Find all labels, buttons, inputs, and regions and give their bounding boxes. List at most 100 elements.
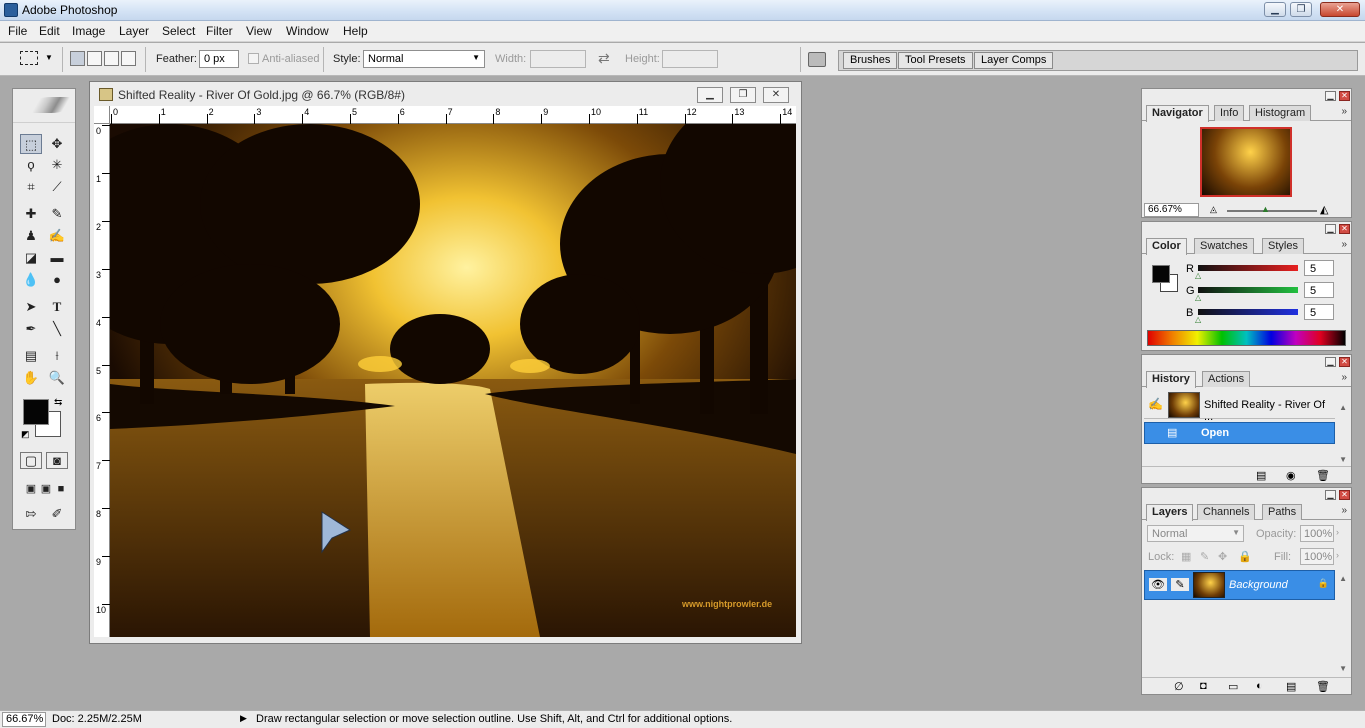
panel-minimize-button[interactable]: ▁ <box>1325 357 1336 367</box>
zoom-in-icon[interactable]: ◭ <box>1320 203 1328 216</box>
opacity-arrow-icon[interactable]: › <box>1336 527 1339 537</box>
navigator-thumbnail[interactable] <box>1200 127 1292 197</box>
menu-window[interactable]: Window <box>286 24 329 38</box>
pen-tool-icon[interactable]: ✒ <box>20 319 42 339</box>
tool-presets-tab[interactable]: Tool Presets <box>898 52 973 69</box>
lock-image-icon[interactable]: ✎ <box>1200 550 1209 563</box>
gradient-tool-icon[interactable]: ▬ <box>46 248 68 268</box>
visibility-eye-icon[interactable]: 👁 <box>1149 578 1167 591</box>
history-step-open[interactable]: ▤ Open <box>1144 422 1335 444</box>
color-ramp[interactable] <box>1147 330 1346 346</box>
menu-select[interactable]: Select <box>162 24 195 38</box>
zoom-slider[interactable] <box>1227 210 1317 212</box>
maximize-button[interactable]: ❐ <box>1290 2 1312 17</box>
tab-styles[interactable]: Styles <box>1262 238 1304 254</box>
panel-menu-icon[interactable]: » <box>1341 239 1347 250</box>
panel-menu-icon[interactable]: » <box>1341 372 1347 383</box>
history-brush-source-icon[interactable]: ✍ <box>1148 397 1163 411</box>
panel-close-button[interactable]: ✕ <box>1339 224 1350 234</box>
g-value-input[interactable]: 5 <box>1304 282 1334 298</box>
tab-color[interactable]: Color <box>1146 238 1187 255</box>
brush-link-icon[interactable]: ✎ <box>1171 578 1189 591</box>
brush-tool-icon[interactable]: ✎ <box>46 204 68 224</box>
new-selection-icon[interactable] <box>70 51 85 66</box>
status-menu-icon[interactable]: ▶ <box>240 713 247 724</box>
clone-stamp-tool-icon[interactable]: ♟ <box>20 226 42 246</box>
jump-to-imageready-icon[interactable]: ⇰ <box>20 504 42 524</box>
layer-comps-tab[interactable]: Layer Comps <box>974 52 1054 69</box>
lock-transparency-icon[interactable]: ▦ <box>1181 550 1191 563</box>
slice-tool-icon[interactable]: ⟋ <box>46 177 68 197</box>
panel-minimize-button[interactable]: ▁ <box>1325 490 1336 500</box>
notes-tool-icon[interactable]: ▤ <box>20 346 42 366</box>
feather-input[interactable]: 0 px <box>199 50 239 68</box>
tab-layers[interactable]: Layers <box>1146 504 1194 521</box>
layer-row-background[interactable]: 👁 ✎ Background 🔒 <box>1144 570 1335 600</box>
edit-in-imageready-icon[interactable]: ✐ <box>46 504 68 524</box>
brushes-tab[interactable]: Brushes <box>843 52 898 69</box>
add-selection-icon[interactable] <box>87 51 102 66</box>
rectangular-marquee-tool-icon[interactable]: ⬚ <box>20 134 42 154</box>
history-brush-tool-icon[interactable]: ✍ <box>46 226 68 246</box>
style-select[interactable]: Normal ▼ <box>363 50 485 68</box>
scroll-down-icon[interactable]: ▼ <box>1339 455 1347 464</box>
foreground-color-swatch[interactable] <box>23 399 49 425</box>
panel-minimize-button[interactable]: ▁ <box>1325 91 1336 101</box>
tab-history[interactable]: History <box>1146 371 1196 388</box>
lock-all-icon[interactable]: 🔒 <box>1238 550 1252 563</box>
doc-minimize-button[interactable]: ▁ <box>697 87 723 103</box>
width-input[interactable] <box>530 50 586 68</box>
close-button[interactable]: ✕ <box>1320 2 1360 17</box>
quick-mask-mode-icon[interactable]: ◙ <box>46 452 68 469</box>
line-tool-icon[interactable]: ╲ <box>46 319 68 339</box>
zoom-tool-icon[interactable]: 🔍 <box>46 368 68 388</box>
tab-info[interactable]: Info <box>1214 105 1245 121</box>
type-tool-icon[interactable]: T <box>46 297 68 317</box>
new-group-icon[interactable]: ▭ <box>1228 680 1238 693</box>
height-input[interactable] <box>662 50 718 68</box>
scroll-up-icon[interactable]: ▲ <box>1339 403 1347 412</box>
g-slider-handle[interactable]: △ <box>1195 293 1201 302</box>
fill-input[interactable]: 100% <box>1300 548 1334 565</box>
panel-close-button[interactable]: ✕ <box>1339 357 1350 367</box>
minimize-button[interactable]: ▁ <box>1264 2 1286 17</box>
marquee-preset-icon[interactable] <box>20 51 38 65</box>
dodge-tool-icon[interactable]: ● <box>46 270 68 290</box>
zoom-slider-handle[interactable]: ▲ <box>1261 204 1270 214</box>
scroll-up-icon[interactable]: ▲ <box>1339 574 1347 583</box>
tab-paths[interactable]: Paths <box>1262 504 1303 520</box>
menu-edit[interactable]: Edit <box>39 24 60 38</box>
trash-icon[interactable]: 🗑 <box>1316 469 1330 482</box>
magic-wand-tool-icon[interactable]: ✳ <box>46 155 68 175</box>
r-slider-handle[interactable]: △ <box>1195 271 1201 280</box>
full-screen-mode-icon[interactable]: ■ <box>50 479 72 499</box>
panel-minimize-button[interactable]: ▁ <box>1325 224 1336 234</box>
standard-mode-icon[interactable]: ▢ <box>20 452 42 469</box>
document-canvas[interactable]: www.nightprowler.de <box>110 124 796 637</box>
delete-layer-icon[interactable]: 🗑 <box>1316 680 1330 693</box>
tab-channels[interactable]: Channels <box>1197 504 1256 520</box>
panel-close-button[interactable]: ✕ <box>1339 490 1350 500</box>
tab-histogram[interactable]: Histogram <box>1249 105 1312 121</box>
fill-arrow-icon[interactable]: › <box>1336 550 1339 560</box>
swap-dimensions-icon[interactable]: ⇄ <box>598 50 610 67</box>
healing-brush-tool-icon[interactable]: ✚ <box>20 204 42 224</box>
menu-view[interactable]: View <box>246 24 272 38</box>
move-tool-icon[interactable]: ✥ <box>46 134 68 154</box>
b-slider[interactable] <box>1198 309 1298 315</box>
tab-actions[interactable]: Actions <box>1202 371 1251 387</box>
menu-filter[interactable]: Filter <box>206 24 233 38</box>
blur-tool-icon[interactable]: 💧 <box>20 270 42 290</box>
menu-image[interactable]: Image <box>72 24 105 38</box>
opacity-input[interactable]: 100% <box>1300 525 1334 542</box>
blend-mode-select[interactable]: Normal ▼ <box>1147 525 1244 542</box>
default-colors-icon[interactable]: ◩ <box>21 429 30 440</box>
layer-style-icon[interactable]: ∅ <box>1174 680 1184 693</box>
vertical-ruler[interactable]: 0 1 2 3 4 5 6 7 8 9 10 <box>94 124 110 637</box>
menu-help[interactable]: Help <box>343 24 368 38</box>
adjustment-layer-icon[interactable]: ◐ <box>1256 680 1263 692</box>
tab-swatches[interactable]: Swatches <box>1194 238 1254 254</box>
menu-file[interactable]: File <box>8 24 27 38</box>
document-title-bar[interactable]: Shifted Reality - River Of Gold.jpg @ 66… <box>90 82 801 106</box>
lasso-tool-icon[interactable]: ϙ <box>20 155 42 175</box>
